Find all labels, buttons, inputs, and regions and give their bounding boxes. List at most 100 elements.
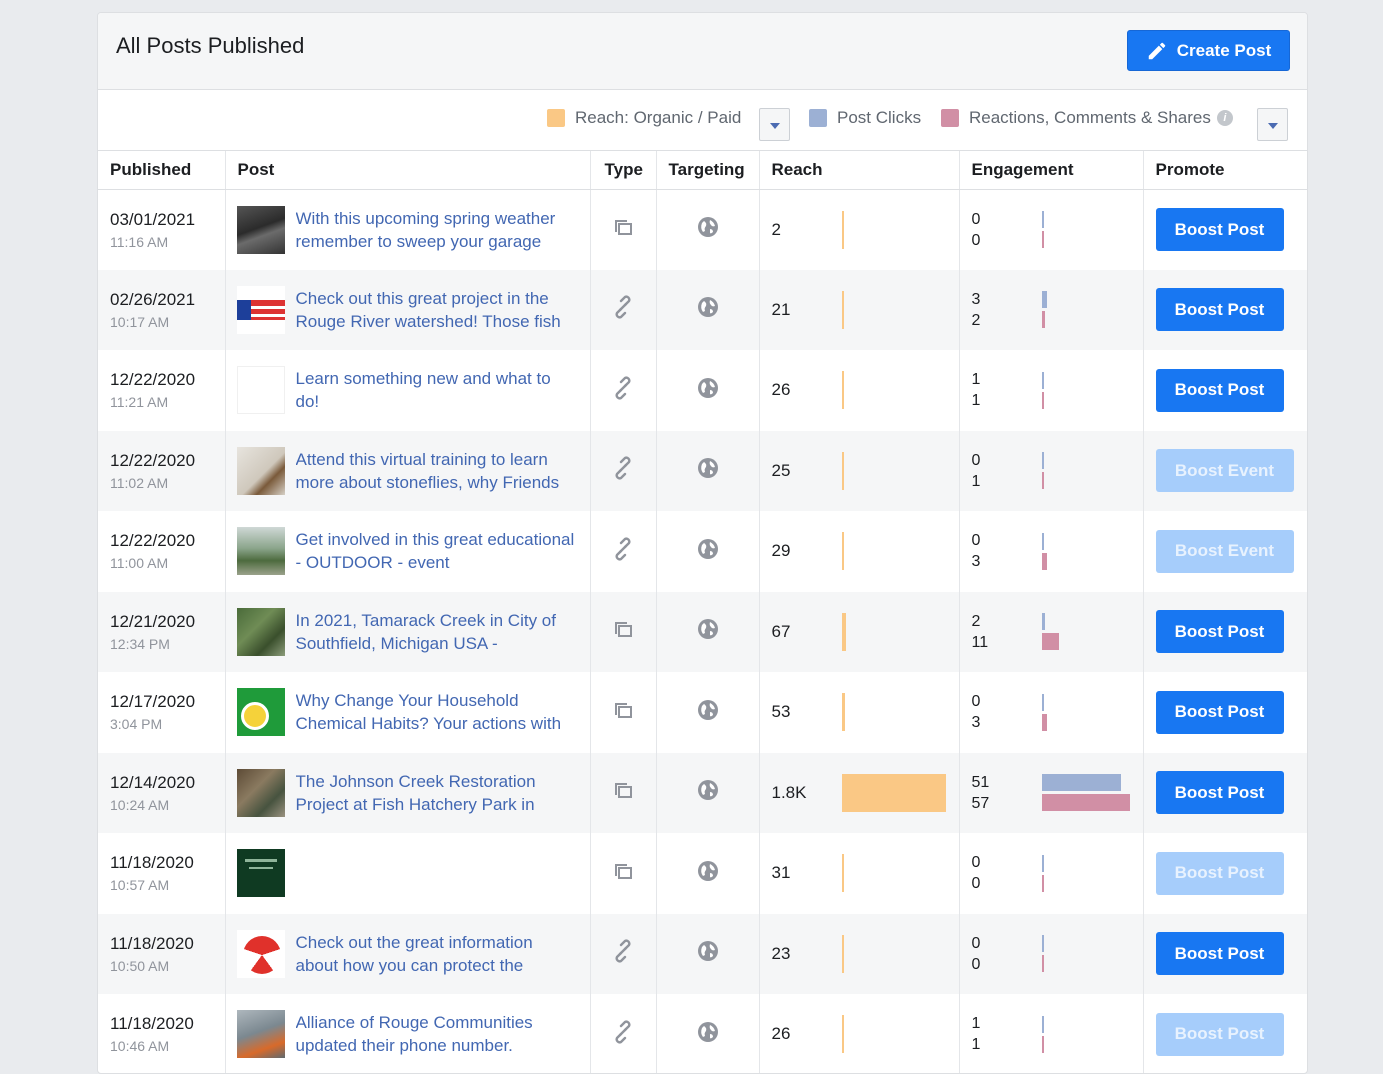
promote-cell: Boost Post	[1143, 672, 1307, 753]
published-time: 11:16 AM	[110, 233, 169, 250]
post-clicks-value: 1	[971, 371, 981, 389]
post-thumbnail[interactable]	[236, 285, 285, 334]
post-thumbnail[interactable]	[236, 366, 285, 415]
published-time: 3:04 PM	[110, 716, 163, 733]
post-thumbnail[interactable]	[236, 205, 285, 254]
reactions-bar	[1041, 874, 1044, 892]
post-thumbnail[interactable]	[236, 446, 285, 495]
reach-swatch	[547, 109, 565, 127]
col-engagement[interactable]: Engagement	[959, 151, 1144, 190]
reach-bar	[841, 532, 844, 571]
post-cell[interactable]: Check out the great information about ho…	[225, 913, 591, 994]
targeting-cell	[656, 189, 760, 270]
boost-button[interactable]: Boost Post	[1155, 368, 1284, 412]
engagement-dropdown[interactable]	[1257, 108, 1288, 141]
reach-cell: 25	[759, 430, 960, 511]
post-cell[interactable]: In 2021, Tamarack Creek in City of South…	[225, 591, 591, 672]
boost-button[interactable]: Boost Post	[1155, 771, 1284, 815]
globe-icon	[697, 217, 718, 237]
reactions-bar	[1041, 472, 1044, 490]
globe-icon	[697, 780, 718, 801]
post-thumbnail[interactable]	[236, 1010, 285, 1059]
post-link[interactable]: Attend this virtual training to learn mo…	[296, 448, 576, 494]
post-link[interactable]: Check out the great information about ho…	[296, 931, 576, 977]
post-cell[interactable]: Why Change Your Household Chemical Habit…	[225, 672, 591, 753]
targeting-cell	[656, 913, 760, 994]
post-cell[interactable]	[225, 833, 591, 914]
table-row: 12/21/2020 12:34 PM In 2021, Tamarack Cr…	[98, 591, 1307, 672]
reach-value: 31	[771, 863, 791, 883]
boost-button[interactable]: Boost Post	[1155, 851, 1284, 895]
legend-clicks-label: Post Clicks	[837, 108, 922, 127]
post-link[interactable]: Get involved in this great educational -…	[296, 528, 576, 574]
post-cell[interactable]: Attend this virtual training to learn mo…	[225, 430, 591, 511]
boost-button[interactable]: Boost Post	[1155, 932, 1284, 976]
album-icon	[615, 702, 632, 718]
post-link[interactable]: Learn something new and what to do!	[296, 367, 576, 413]
post-thumbnail[interactable]	[236, 607, 285, 656]
post-clicks-value: 0	[971, 934, 981, 952]
published-time: 10:46 AM	[110, 1038, 170, 1055]
post-cell[interactable]: Check out this great project in the Roug…	[225, 269, 591, 350]
post-thumbnail[interactable]	[236, 929, 285, 978]
type-cell	[590, 189, 657, 270]
type-cell	[590, 269, 657, 350]
post-link[interactable]: With this upcoming spring weather rememb…	[296, 207, 576, 253]
published-cell: 12/14/2020 10:24 AM	[98, 752, 226, 833]
type-cell	[590, 913, 657, 994]
table-row: 12/14/2020 10:24 AM The Johnson Creek Re…	[98, 752, 1307, 833]
reach-cell: 53	[759, 672, 960, 753]
post-clicks-bar	[1041, 854, 1044, 872]
post-clicks-value: 0	[971, 854, 981, 872]
post-link[interactable]: The Johnson Creek Restoration Project at…	[296, 770, 576, 816]
boost-button[interactable]: Boost Event	[1155, 449, 1294, 493]
post-cell[interactable]: The Johnson Creek Restoration Project at…	[225, 752, 591, 833]
boost-button[interactable]: Boost Event	[1155, 529, 1294, 573]
boost-button[interactable]: Boost Post	[1155, 208, 1284, 251]
post-cell[interactable]: Learn something new and what to do!	[225, 350, 591, 431]
col-post: Post	[225, 151, 591, 190]
post-link[interactable]: Why Change Your Household Chemical Habit…	[296, 689, 576, 735]
post-link[interactable]	[296, 850, 576, 896]
post-cell[interactable]: Get involved in this great educational -…	[225, 511, 591, 592]
post-thumbnail[interactable]	[236, 768, 285, 817]
legend-reactions-label: Reactions, Comments & Shares	[969, 108, 1211, 127]
reach-value: 2	[771, 219, 781, 239]
col-published[interactable]: Published	[98, 151, 226, 190]
col-promote: Promote	[1143, 151, 1307, 190]
album-icon	[615, 220, 632, 235]
published-cell: 11/18/2020 10:50 AM	[98, 913, 226, 994]
promote-cell: Boost Post	[1143, 994, 1307, 1073]
post-link[interactable]: Alliance of Rouge Communities updated th…	[296, 1011, 576, 1057]
boost-button[interactable]: Boost Post	[1155, 288, 1284, 332]
create-post-button[interactable]: Create Post	[1127, 30, 1290, 71]
boost-button[interactable]: Boost Post	[1155, 1012, 1284, 1056]
post-clicks-bar	[1041, 532, 1044, 550]
boost-button[interactable]: Boost Post	[1155, 690, 1284, 734]
post-cell[interactable]: With this upcoming spring weather rememb…	[225, 189, 591, 270]
post-cell[interactable]: Alliance of Rouge Communities updated th…	[225, 994, 591, 1073]
globe-icon	[697, 458, 718, 479]
published-date: 12/22/2020	[110, 370, 196, 390]
create-post-label: Create Post	[1176, 40, 1272, 60]
table-row: 11/18/2020 10:46 AM Alliance of Rouge Co…	[98, 994, 1307, 1073]
reach-cell: 23	[759, 913, 960, 994]
globe-icon	[697, 860, 718, 881]
reactions-value: 11	[971, 633, 989, 651]
post-clicks-value: 0	[971, 451, 981, 469]
post-thumbnail[interactable]	[236, 688, 285, 737]
post-thumbnail[interactable]	[236, 527, 285, 576]
published-time: 11:02 AM	[110, 474, 169, 491]
post-link[interactable]: In 2021, Tamarack Creek in City of South…	[296, 609, 576, 655]
post-thumbnail[interactable]	[236, 849, 285, 898]
post-link[interactable]: Check out this great project in the Roug…	[296, 287, 576, 333]
info-icon[interactable]: i	[1216, 110, 1233, 126]
col-reach[interactable]: Reach	[759, 151, 960, 190]
legend-bar: Reach: Organic / Paid Post Clicks Reacti…	[98, 90, 1307, 151]
legend-reactions: Reactions, Comments & Shares i	[941, 108, 1233, 128]
targeting-cell	[656, 672, 760, 753]
engagement-cell: 3 2	[959, 269, 1144, 350]
post-clicks-value: 0	[971, 532, 981, 550]
boost-button[interactable]: Boost Post	[1155, 610, 1284, 654]
reach-dropdown[interactable]	[759, 108, 790, 141]
